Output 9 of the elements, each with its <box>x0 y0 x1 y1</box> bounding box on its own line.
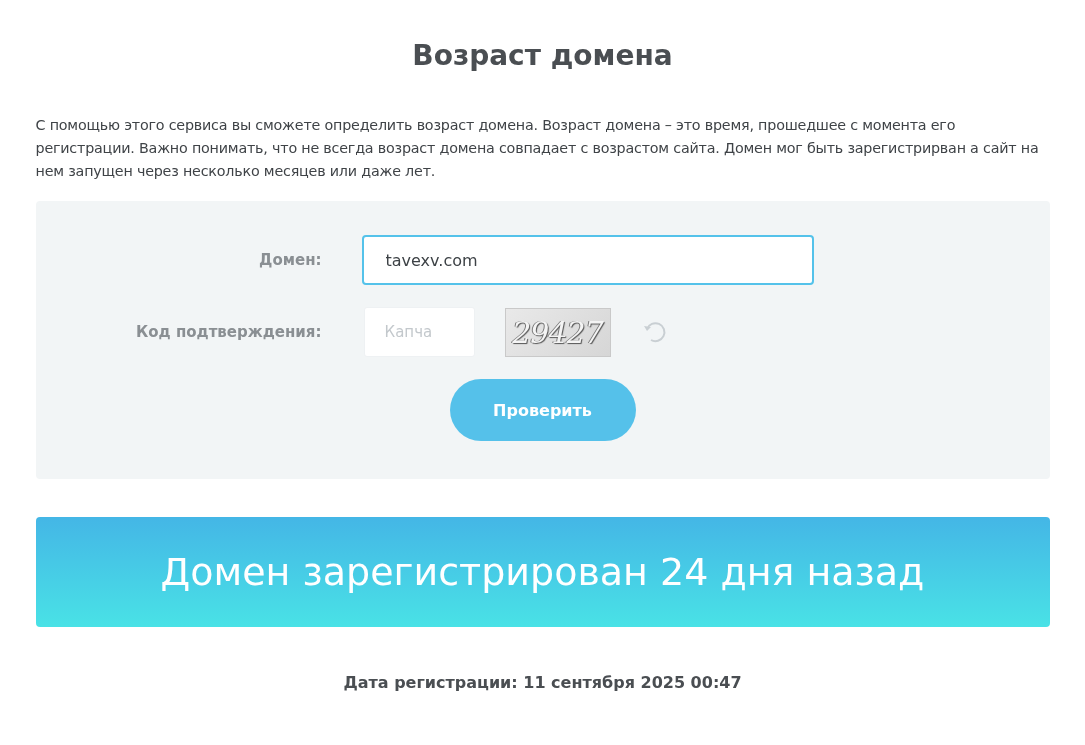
description-text: С помощью этого сервиса вы сможете определить возраст домена. Возраст домена – это время, прошедшее с момента его регистрации. Важно понимать, что не всегда возраст домена совпадает с возрастом сайта. Домен мог быть зарегистрирван а сайт на нем запущен через несколько месяцев или даже лет. <box>35 116 1040 181</box>
captcha-label: Код подтверждения: <box>135 323 322 341</box>
result-text: Домен зарегистрирован 24 дня назад <box>160 550 925 594</box>
captcha-input[interactable]: Капча <box>363 307 475 357</box>
page-title: Возраст домена <box>411 38 674 74</box>
domain-label: Домен: <box>258 251 322 269</box>
registration-date: Дата регистрации: 11 сентября 2025 00:47 <box>342 673 743 692</box>
captcha-image: 29427 <box>504 307 611 357</box>
domain-input[interactable]: tavexv.com <box>361 235 814 285</box>
